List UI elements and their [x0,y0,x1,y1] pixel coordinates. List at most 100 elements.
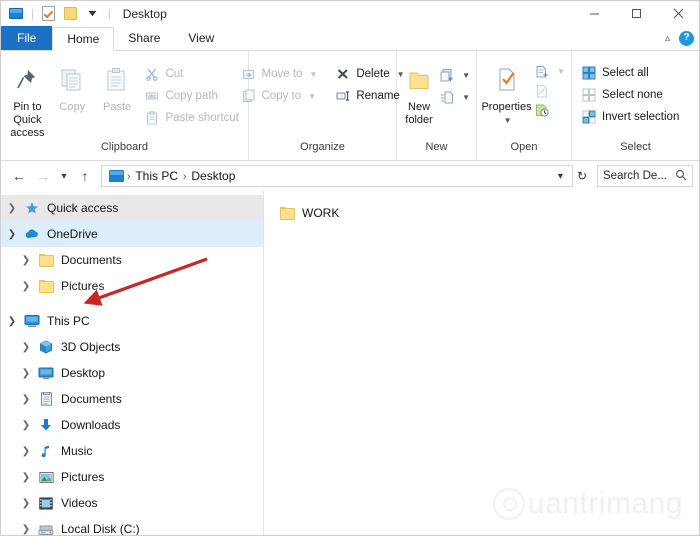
sidebar-item-onedrive-pictures[interactable]: ❯ Pictures [1,273,263,299]
this-pc-icon [109,170,124,182]
ribbon-group-select: Select all Select none [572,51,699,160]
move-to-caret-icon[interactable]: ▼ [309,70,317,79]
new-item-caret-icon[interactable]: ▼ [462,71,470,80]
easy-access-caret-icon[interactable]: ▼ [462,93,470,102]
sidebar-item-this-pc[interactable]: ❯ This PC [1,308,263,334]
copy-to-icon [241,88,257,104]
expander-collapsed-icon[interactable]: ❯ [15,472,37,483]
sidebar-item-onedrive[interactable]: ❯ OneDrive [1,221,263,247]
sidebar-item-local-disk-c[interactable]: ❯ Local Disk (C:) [1,516,263,536]
properties-icon[interactable] [40,5,58,23]
sidebar-item-videos[interactable]: ❯ Videos [1,490,263,516]
tab-file[interactable]: File [1,26,52,50]
properties-button[interactable]: Properties ▼ [481,58,532,127]
explorer-icon[interactable] [7,5,25,23]
quick-access-toolbar: | ▼ | [1,5,113,23]
move-to-button[interactable]: Move to ▼ [236,63,323,85]
sidebar-item-onedrive-documents[interactable]: ❯ Documents [1,247,263,273]
search-icon[interactable] [675,169,687,184]
minimize-icon[interactable] [573,1,615,26]
disk-icon [37,521,55,536]
delete-icon [335,66,351,82]
ribbon-group-label-clipboard: Clipboard [1,141,248,160]
tab-share[interactable]: Share [114,26,174,50]
new-item-button[interactable]: ▼ [437,64,472,86]
move-to-label: Move to [262,68,303,80]
recent-locations-button[interactable]: ▾ [55,164,73,188]
open-button[interactable]: ▼ [532,62,567,81]
easy-access-icon [439,89,455,105]
documents-icon [37,391,55,407]
copy-to-button[interactable]: Copy to ▼ [236,85,323,107]
sidebar-item-pictures[interactable]: ❯ Pictures [1,464,263,490]
properties-caret-icon[interactable]: ▼ [504,114,512,127]
expander-collapsed-icon[interactable]: ❯ [15,394,37,405]
expander-collapsed-icon[interactable]: ❯ [15,524,37,535]
cloud-icon [23,226,41,242]
select-all-button[interactable]: Select all [576,62,684,84]
edit-icon [534,83,550,99]
new-folder-icon[interactable] [62,5,80,23]
up-button[interactable]: ↑ [73,164,97,188]
help-icon[interactable]: ? [679,31,694,46]
new-folder-button[interactable]: New folder [401,58,437,127]
sidebar-item-label: Music [61,444,92,458]
copy-path-button[interactable]: abc Copy path [139,85,244,107]
tab-home[interactable]: Home [52,27,114,51]
expander-collapsed-icon[interactable]: ❯ [15,446,37,457]
tab-view[interactable]: View [174,26,228,50]
breadcrumb[interactable]: › This PC › Desktop ▾ [101,165,573,187]
tabstrip-right-controls: ▵ ? [661,26,699,50]
search-input[interactable]: Search De... [597,165,693,187]
customize-caret-icon[interactable]: ▼ [84,5,102,23]
breadcrumb-item-this-pc[interactable]: This PC [131,169,182,183]
downloads-icon [37,417,55,433]
list-item[interactable]: WORK [276,203,410,223]
close-icon[interactable] [657,1,699,26]
file-list-pane[interactable]: WORK [264,191,699,536]
pin-to-quick-access-button[interactable]: Pin to Quick access [5,58,50,140]
sidebar-item-desktop[interactable]: ❯ Desktop [1,360,263,386]
sidebar-item-music[interactable]: ❯ Music [1,438,263,464]
edit-button[interactable] [532,81,567,100]
copy-to-caret-icon[interactable]: ▼ [308,92,316,101]
easy-access-button[interactable]: ▼ [437,86,472,108]
breadcrumb-item-desktop[interactable]: Desktop [187,169,239,183]
expander-expanded-icon[interactable]: ❯ [1,316,23,327]
qat-divider-2: | [108,8,111,20]
ribbon-group-new: New folder ▼ [397,51,477,160]
paste-shortcut-button[interactable]: Paste shortcut [139,107,244,129]
breadcrumb-dropdown-icon[interactable]: ▾ [553,171,568,182]
paste-shortcut-icon [144,110,160,126]
expander-expanded-icon[interactable]: ❯ [1,229,23,240]
open-small-buttons: ▼ [532,58,567,119]
select-none-button[interactable]: Select none [576,84,684,106]
back-button[interactable]: ← [7,164,31,188]
sidebar-item-3d-objects[interactable]: ❯ 3D Objects [1,334,263,360]
invert-selection-button[interactable]: Invert selection [576,106,684,128]
sidebar-item-downloads[interactable]: ❯ Downloads [1,412,263,438]
collapse-ribbon-icon[interactable]: ▵ [661,33,674,44]
history-button[interactable] [532,100,567,119]
expander-collapsed-icon[interactable]: ❯ [1,203,23,214]
expander-collapsed-icon[interactable]: ❯ [15,281,37,292]
paste-button[interactable]: Paste [95,58,140,114]
expander-collapsed-icon[interactable]: ❯ [15,342,37,353]
copy-path-label: Copy path [165,90,217,102]
open-caret-icon[interactable]: ▼ [557,67,565,76]
videos-icon [37,495,55,511]
expander-collapsed-icon[interactable]: ❯ [15,255,37,266]
refresh-icon[interactable]: ↻ [573,169,591,183]
sidebar-item-quick-access[interactable]: ❯ Quick access [1,195,263,221]
copy-button[interactable]: Copy [50,58,95,114]
sidebar-item-documents[interactable]: ❯ Documents [1,386,263,412]
expander-collapsed-icon[interactable]: ❯ [15,368,37,379]
select-none-icon [581,87,597,103]
expander-collapsed-icon[interactable]: ❯ [15,420,37,431]
properties-icon [495,64,519,96]
cut-label: Cut [165,68,183,80]
forward-button[interactable]: → [31,164,55,188]
cut-button[interactable]: Cut [139,63,244,85]
maximize-icon[interactable] [615,1,657,26]
expander-collapsed-icon[interactable]: ❯ [15,498,37,509]
